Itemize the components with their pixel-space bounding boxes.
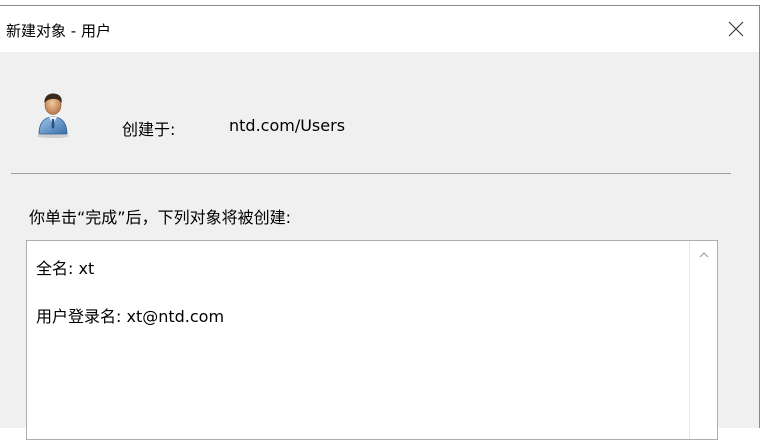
user-icon bbox=[37, 93, 69, 138]
chevron-up-icon bbox=[699, 251, 708, 257]
vertical-scrollbar[interactable] bbox=[689, 241, 717, 439]
object-header: 创建于: ntd.com/Users bbox=[0, 86, 740, 146]
close-icon bbox=[728, 21, 744, 37]
new-user-dialog: 新建对象 - 用户 创建于: ntd.com/Users 你单击“完成”后，下列… bbox=[0, 5, 760, 440]
scroll-up-button[interactable] bbox=[690, 241, 717, 268]
created-in-path: ntd.com/Users bbox=[229, 116, 346, 135]
close-button[interactable] bbox=[713, 6, 759, 52]
background-window-text bbox=[120, 0, 270, 2]
title-bar: 新建对象 - 用户 bbox=[0, 6, 759, 52]
header-divider bbox=[11, 173, 731, 174]
summary-textbox[interactable]: 全名: xt 用户登录名: xt@ntd.com bbox=[26, 240, 718, 440]
dialog-title: 新建对象 - 用户 bbox=[6, 22, 111, 40]
instruction-text: 你单击“完成”后，下列对象将被创建: bbox=[29, 208, 291, 227]
created-in-label: 创建于: bbox=[122, 120, 176, 139]
summary-logon-name: 用户登录名: xt@ntd.com bbox=[36, 307, 225, 326]
summary-full-name: 全名: xt bbox=[36, 259, 95, 278]
